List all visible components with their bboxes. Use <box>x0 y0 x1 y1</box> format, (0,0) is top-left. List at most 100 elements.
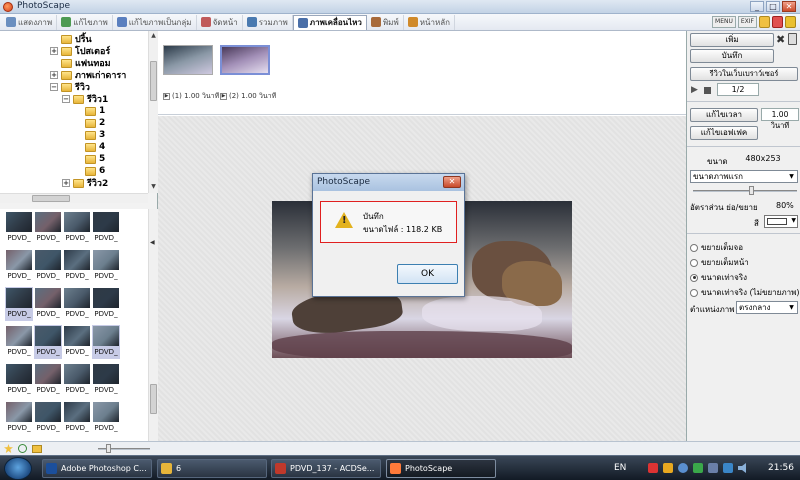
tree-item[interactable]: 5 <box>74 153 105 165</box>
thumbnail[interactable]: PDVD_ <box>63 363 91 397</box>
scroll-up-icon[interactable]: ▲ <box>150 32 157 39</box>
size-slider[interactable] <box>693 186 797 195</box>
slider-knob[interactable] <box>106 444 111 453</box>
chevron-down-icon[interactable]: ▼ <box>787 303 796 312</box>
tab-batch-editor[interactable]: แก้ไขภาพเป็นกลุ่ม <box>113 14 197 30</box>
tab-page[interactable]: จัดหน้า <box>197 14 243 30</box>
play-icon[interactable]: ▶ <box>220 93 227 100</box>
position-select[interactable]: ตรงกลาง ▼ <box>736 301 798 314</box>
scroll-down-icon[interactable]: ▼ <box>150 183 157 190</box>
color-picker[interactable]: ▼ <box>764 215 798 228</box>
tab-editor[interactable]: แก้ไขภาพ <box>57 14 113 30</box>
taskbar-item[interactable]: 6 <box>157 459 267 478</box>
fit-option-radio[interactable]: ขนาดเท่าจริง (ไม่ขยายภาพ) <box>690 286 799 299</box>
add-button[interactable]: เพิ่ม <box>690 33 774 47</box>
radio-dot[interactable] <box>690 288 698 297</box>
thumbnail-size-slider[interactable] <box>98 444 150 453</box>
time-value-field[interactable]: 1.00 วินาที <box>761 108 799 130</box>
tray-app-icon[interactable] <box>708 463 718 473</box>
radio-dot[interactable] <box>690 273 698 282</box>
tray-app-icon[interactable] <box>678 463 688 473</box>
tray-app-icon[interactable] <box>663 463 673 473</box>
thumbnail[interactable]: PDVD_ <box>34 325 62 359</box>
tab-viewer[interactable]: แสดงภาพ <box>2 14 58 30</box>
thumbnail[interactable]: PDVD_ <box>63 249 91 283</box>
collapse-icon[interactable]: − <box>62 95 70 103</box>
tray-app-icon[interactable] <box>693 463 703 473</box>
collapse-icon[interactable]: − <box>50 83 58 91</box>
maximize-button[interactable]: □ <box>766 1 780 12</box>
thumbnail[interactable]: PDVD_ <box>92 325 120 359</box>
start-button[interactable] <box>4 457 32 480</box>
save-button[interactable]: บันทึก <box>690 49 774 63</box>
ok-button[interactable]: OK <box>397 264 458 284</box>
fit-option-radio[interactable]: ขนาดเท่าจริง <box>690 271 747 284</box>
tree-item[interactable]: + รีวิว2 <box>62 177 108 189</box>
thumbnail[interactable]: PDVD_ <box>92 401 120 435</box>
fit-option-radio[interactable]: ขยายเต็มจอ <box>690 241 743 254</box>
thumbnail[interactable]: PDVD_ <box>63 287 91 321</box>
dialog-close-button[interactable]: ✕ <box>443 176 461 188</box>
trash-icon[interactable] <box>788 33 797 45</box>
fit-option-radio[interactable]: ขยายเต็มหน้า <box>690 256 749 269</box>
thumbnail[interactable]: PDVD_ <box>5 287 33 321</box>
tree-item[interactable]: 2 <box>74 117 105 129</box>
star-icon[interactable] <box>4 444 13 453</box>
thumbnail[interactable]: PDVD_ <box>92 211 120 245</box>
expand-icon[interactable]: + <box>50 71 58 79</box>
radio-dot[interactable] <box>690 243 698 252</box>
play-icon[interactable]: ▶ <box>163 93 170 100</box>
folder-icon[interactable] <box>32 445 42 453</box>
scroll-thumb[interactable] <box>150 61 157 101</box>
thumbnail[interactable]: PDVD_ <box>92 287 120 321</box>
ati-icon[interactable] <box>648 463 658 473</box>
thumbnail[interactable]: PDVD_ <box>5 363 33 397</box>
tree-item[interactable]: − รีวิว <box>50 81 90 93</box>
size-select[interactable]: ขนาดภาพแรก ▼ <box>690 170 798 183</box>
tab-animated-gif[interactable]: ภาพเคลื่อนไหว <box>292 14 367 30</box>
minimize-button[interactable]: _ <box>750 1 764 12</box>
language-indicator[interactable]: EN <box>614 456 626 480</box>
tree-vertical-scrollbar[interactable]: ▲ ▼ <box>148 31 158 193</box>
thumbs-scroll-thumb[interactable] <box>150 384 157 414</box>
clock[interactable]: 21:56 <box>768 456 794 480</box>
volume-icon[interactable] <box>738 463 746 473</box>
delete-icon[interactable]: ✖ <box>776 34 785 45</box>
lock-icon[interactable] <box>785 16 796 28</box>
thumbnail[interactable]: PDVD_ <box>34 363 62 397</box>
expand-icon[interactable]: + <box>50 47 58 55</box>
frame-thumbnail-1[interactable] <box>163 45 213 75</box>
tree-item[interactable]: 4 <box>74 141 105 153</box>
thumbnail[interactable]: PDVD_ <box>5 211 33 245</box>
thumbnail[interactable]: PDVD_ <box>63 325 91 359</box>
thumbnail[interactable]: PDVD_ <box>34 401 62 435</box>
frame-thumbnail-2[interactable] <box>220 45 270 75</box>
menu-button[interactable]: MENU <box>712 16 736 28</box>
tree-horizontal-scrollbar[interactable] <box>0 193 148 203</box>
chevron-down-icon[interactable]: ▼ <box>791 217 796 224</box>
play-icon[interactable]: ▶ <box>691 85 698 95</box>
taskbar-item[interactable]: Adobe Photoshop C... <box>42 459 152 478</box>
chevron-down-icon[interactable]: ▼ <box>787 172 796 181</box>
tree-item[interactable]: − รีวิว1 <box>62 93 108 105</box>
folder-icon[interactable] <box>759 16 770 28</box>
network-icon[interactable] <box>723 463 733 473</box>
image-icon[interactable] <box>772 16 783 28</box>
preview-in-browser-button[interactable]: รีวิวในเว็บเบราว์เซอร์ <box>690 67 798 81</box>
tab-home[interactable]: หน้าหลัก <box>404 14 455 30</box>
tree-item[interactable]: 3 <box>74 129 105 141</box>
thumbnail[interactable]: PDVD_ <box>5 249 33 283</box>
stop-icon[interactable] <box>704 87 711 94</box>
thumbnail[interactable]: PDVD_ <box>5 325 33 359</box>
thumbnail[interactable]: PDVD_ <box>63 211 91 245</box>
thumbnail[interactable]: PDVD_ <box>34 211 62 245</box>
thumbnail[interactable]: PDVD_ <box>92 363 120 397</box>
taskbar-item[interactable]: PhotoScape <box>386 459 496 478</box>
thumbnail[interactable]: PDVD_ <box>5 401 33 435</box>
thumbnail[interactable]: PDVD_ <box>34 287 62 321</box>
radio-dot[interactable] <box>690 258 698 267</box>
thumbnail[interactable]: PDVD_ <box>34 249 62 283</box>
thumbnail[interactable]: PDVD_ <box>63 401 91 435</box>
slider-knob[interactable] <box>749 186 754 195</box>
taskbar-item[interactable]: PDVD_137 - ACDSe... <box>271 459 381 478</box>
